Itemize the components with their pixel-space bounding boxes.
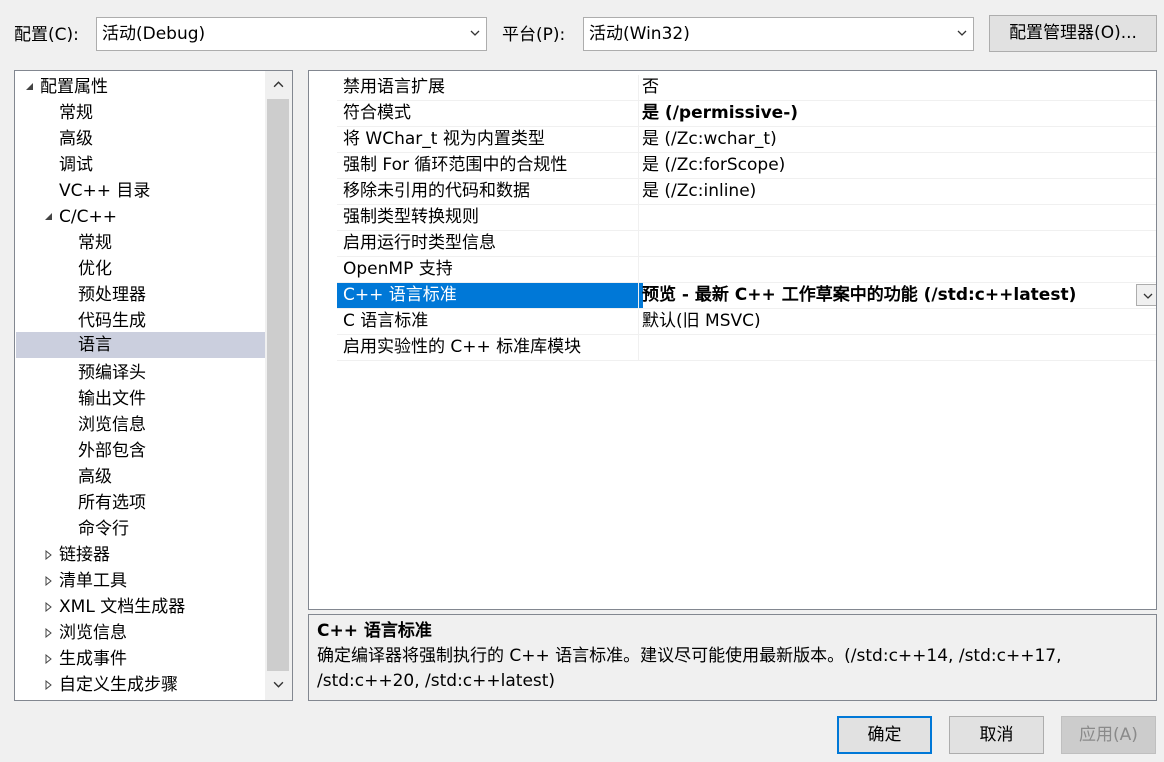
- property-row-selected[interactable]: C++ 语言标准 预览 - 最新 C++ 工作草案中的功能 (/std:c++l…: [309, 283, 1156, 309]
- tree-item-debugging[interactable]: 调试: [59, 152, 93, 178]
- property-value[interactable]: 是 (/permissive-): [638, 101, 1156, 127]
- property-value-dropdown[interactable]: 预览 - 最新 C++ 工作草案中的功能 (/std:c++latest): [638, 283, 1156, 309]
- platform-combobox-value: 活动(Win32): [589, 24, 690, 44]
- platform-combobox[interactable]: 活动(Win32): [583, 17, 974, 51]
- value-dropdown-button[interactable]: [1136, 284, 1156, 306]
- tree-item-vc-directories[interactable]: VC++ 目录: [59, 178, 150, 204]
- tree-item-output-files[interactable]: 输出文件: [78, 386, 146, 412]
- ok-button[interactable]: 确定: [837, 716, 932, 754]
- config-combobox-value: 活动(Debug): [102, 24, 206, 44]
- chevron-down-icon: [957, 30, 967, 36]
- chevron-down-icon: [1143, 293, 1153, 299]
- property-value[interactable]: 是 (/Zc:inline): [638, 179, 1156, 205]
- collapsed-triangle-icon[interactable]: [44, 550, 54, 560]
- property-row[interactable]: 启用运行时类型信息: [309, 231, 1156, 257]
- description-text-line1: 确定编译器将强制执行的 C++ 语言标准。建议尽可能使用最新版本。(/std:c…: [317, 646, 1062, 666]
- property-value[interactable]: 是 (/Zc:forScope): [638, 153, 1156, 179]
- property-name: 启用运行时类型信息: [337, 231, 643, 257]
- tree-item-code-generation[interactable]: 代码生成: [78, 308, 146, 334]
- property-row[interactable]: 移除未引用的代码和数据 是 (/Zc:inline): [309, 179, 1156, 205]
- property-name: 启用实验性的 C++ 标准库模块: [337, 335, 643, 361]
- property-name: 强制类型转换规则: [337, 205, 643, 231]
- property-value[interactable]: [638, 335, 1156, 361]
- property-name: C 语言标准: [337, 309, 643, 335]
- property-name: 符合模式: [337, 101, 643, 127]
- property-name: 强制 For 循环范围中的合规性: [337, 153, 643, 179]
- tree-item-preprocessor[interactable]: 预处理器: [78, 282, 146, 308]
- property-value[interactable]: [638, 205, 1156, 231]
- cancel-button[interactable]: 取消: [949, 716, 1044, 754]
- tree-item-language[interactable]: 语言: [16, 332, 266, 358]
- apply-button[interactable]: 应用(A): [1061, 716, 1156, 754]
- config-combobox[interactable]: 活动(Debug): [96, 17, 487, 51]
- property-tree[interactable]: 配置属性 常规 高级 调试 VC++ 目录 C/C++ 常规 优化 预处理器 代…: [14, 70, 293, 701]
- tree-scrollbar[interactable]: [265, 71, 292, 700]
- property-value-text: 预览 - 最新 C++ 工作草案中的功能 (/std:c++latest): [642, 285, 1077, 305]
- collapsed-triangle-icon[interactable]: [44, 654, 54, 664]
- description-title: C++ 语言标准: [317, 621, 432, 641]
- tree-item-precompiled-headers[interactable]: 预编译头: [78, 360, 146, 386]
- collapsed-triangle-icon[interactable]: [44, 680, 54, 690]
- property-row[interactable]: C 语言标准 默认(旧 MSVC): [309, 309, 1156, 335]
- tree-item-advanced[interactable]: 高级: [59, 126, 93, 152]
- platform-label: 平台(P):: [502, 25, 566, 45]
- property-name: OpenMP 支持: [337, 257, 643, 283]
- expanded-triangle-icon[interactable]: [25, 82, 35, 92]
- property-name: 移除未引用的代码和数据: [337, 179, 643, 205]
- tree-item-cpp-advanced[interactable]: 高级: [78, 464, 112, 490]
- collapsed-triangle-icon[interactable]: [44, 628, 54, 638]
- property-value[interactable]: 是 (/Zc:wchar_t): [638, 127, 1156, 153]
- collapsed-triangle-icon[interactable]: [44, 602, 54, 612]
- property-value[interactable]: [638, 257, 1156, 283]
- expanded-triangle-icon[interactable]: [44, 212, 54, 222]
- property-row[interactable]: 禁用语言扩展 否: [309, 75, 1156, 101]
- tree-item-general[interactable]: 常规: [59, 100, 93, 126]
- property-grid[interactable]: 禁用语言扩展 否 符合模式 是 (/permissive-) 将 WChar_t…: [308, 70, 1157, 610]
- property-row[interactable]: 将 WChar_t 视为内置类型 是 (/Zc:wchar_t): [309, 127, 1156, 153]
- property-name: C++ 语言标准: [337, 283, 643, 309]
- tree-item-external-includes[interactable]: 外部包含: [78, 438, 146, 464]
- description-text-line2: /std:c++20, /std:c++latest): [317, 671, 556, 691]
- tree-item-command-line[interactable]: 命令行: [78, 516, 129, 542]
- scroll-down-arrow-icon[interactable]: [273, 679, 284, 690]
- chevron-down-icon: [470, 30, 480, 36]
- property-row[interactable]: OpenMP 支持: [309, 257, 1156, 283]
- scroll-up-arrow-icon[interactable]: [273, 79, 284, 90]
- tree-item-optimization[interactable]: 优化: [78, 256, 112, 282]
- collapsed-triangle-icon[interactable]: [44, 576, 54, 586]
- property-row[interactable]: 强制类型转换规则: [309, 205, 1156, 231]
- property-value[interactable]: [638, 231, 1156, 257]
- tree-item-browse-information[interactable]: 浏览信息: [78, 412, 146, 438]
- property-row[interactable]: 强制 For 循环范围中的合规性 是 (/Zc:forScope): [309, 153, 1156, 179]
- config-label: 配置(C):: [14, 25, 79, 45]
- description-panel: C++ 语言标准 确定编译器将强制执行的 C++ 语言标准。建议尽可能使用最新版…: [308, 614, 1157, 701]
- tree-item-all-options[interactable]: 所有选项: [78, 490, 146, 516]
- property-row[interactable]: 启用实验性的 C++ 标准库模块: [309, 335, 1156, 361]
- tree-scrollbar-thumb[interactable]: [267, 99, 289, 671]
- property-value[interactable]: 默认(旧 MSVC): [638, 309, 1156, 335]
- property-value[interactable]: 否: [638, 75, 1156, 101]
- config-manager-button[interactable]: 配置管理器(O)...: [989, 15, 1157, 52]
- property-name: 将 WChar_t 视为内置类型: [337, 127, 643, 153]
- property-name: 禁用语言扩展: [337, 75, 643, 101]
- tree-item-cpp-general[interactable]: 常规: [78, 230, 112, 256]
- property-row[interactable]: 符合模式 是 (/permissive-): [309, 101, 1156, 127]
